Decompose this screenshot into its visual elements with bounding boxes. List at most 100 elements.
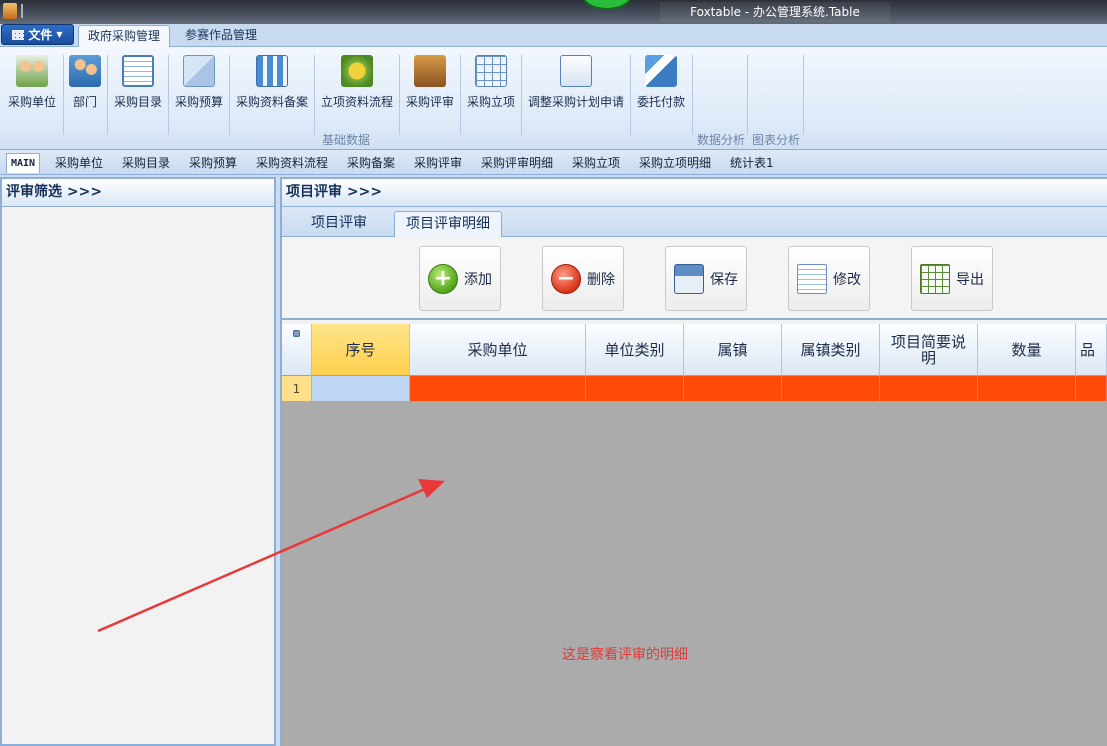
ribbon-button-filing[interactable]: 采购资料备案: [234, 53, 310, 123]
ribbon-button-payment[interactable]: 委托付款: [635, 53, 687, 123]
save-button[interactable]: 保存: [665, 246, 747, 311]
ribbon-separator: [521, 55, 522, 135]
save-icon: [674, 263, 704, 294]
catalog-icon: [122, 55, 154, 87]
table-cell[interactable]: [978, 376, 1076, 401]
save-button-label: 保存: [710, 271, 738, 288]
review-detail-table[interactable]: 序号 采购单位 单位类别 属镇 属镇类别 项目简要说明 数量 品 1 这是察看评…: [282, 324, 1107, 746]
file-menu-button[interactable]: 文件 ▼: [1, 24, 74, 45]
add-button-label: 添加: [464, 271, 492, 288]
group-label-data-analysis: 数据分析: [697, 133, 746, 147]
ribbon-separator: [107, 55, 108, 135]
table-header-row: 序号 采购单位 单位类别 属镇 属镇类别 项目简要说明 数量 品: [282, 324, 1107, 376]
workflow-icon: [341, 55, 373, 87]
tab-procurement[interactable]: 政府采购管理: [78, 25, 170, 48]
quick-access-separator: [21, 4, 23, 18]
ribbon-button-workflow[interactable]: 立项资料流程: [319, 53, 395, 123]
ribbon-button-label: 采购单位: [7, 95, 56, 109]
ribbon-button-label: 立项资料流程: [320, 95, 393, 109]
ribbon-button-label: 采购目录: [113, 95, 162, 109]
ribbon-separator: [168, 55, 169, 135]
column-header[interactable]: 属镇类别: [782, 324, 880, 376]
tab-project-review[interactable]: 项目评审: [300, 211, 378, 237]
ribbon-button-budget[interactable]: 采购预算: [173, 53, 225, 123]
project-review-title: 项目评审 >>>: [282, 179, 1107, 207]
edit-icon: [797, 263, 827, 294]
column-header[interactable]: 项目简要说明: [880, 324, 978, 376]
ribbon-tab-bar: 文件 ▼ 政府采购管理 参赛作品管理: [0, 24, 1107, 48]
table-cell[interactable]: [312, 376, 410, 401]
column-header[interactable]: 序号: [312, 324, 410, 376]
table-cell[interactable]: [782, 376, 880, 401]
plan-adjust-icon: [560, 55, 592, 87]
doc-tab[interactable]: 采购目录: [122, 153, 170, 173]
column-header[interactable]: 数量: [978, 324, 1076, 376]
table-cell[interactable]: [410, 376, 586, 401]
ribbon-group-separator: [803, 55, 804, 135]
ribbon-button-purchasing-unit[interactable]: 采购单位: [6, 53, 58, 123]
ribbon-group-separator: [747, 55, 748, 135]
project-review-panel: 项目评审 >>> 项目评审 项目评审明细 + 添加 − 删除 保存 修改 导出 …: [280, 177, 1107, 746]
row-number[interactable]: 1: [282, 376, 312, 401]
ribbon-group-separator: [692, 55, 693, 135]
budget-icon: [183, 55, 215, 87]
file-grid-icon: [12, 29, 25, 40]
file-menu-label: 文件: [28, 28, 53, 42]
ribbon-button-catalog[interactable]: 采购目录: [112, 53, 164, 123]
review-filter-title: 评审筛选 >>>: [2, 179, 274, 207]
ribbon-button-project[interactable]: 采购立项: [465, 53, 517, 123]
doc-tab[interactable]: 采购评审明细: [481, 153, 553, 173]
delete-button-label: 删除: [587, 271, 615, 288]
table-cell[interactable]: [684, 376, 782, 401]
doc-tab[interactable]: 采购评审: [414, 153, 462, 173]
ribbon-button-label: 部门: [72, 95, 97, 109]
doc-tab[interactable]: 采购立项: [572, 153, 620, 173]
table-row[interactable]: 1: [282, 376, 1107, 401]
table-cell[interactable]: [1076, 376, 1107, 401]
delete-icon: −: [551, 263, 581, 294]
ribbon-button-label: 采购评审: [405, 95, 454, 109]
doc-tab[interactable]: 采购资料流程: [256, 153, 328, 173]
ribbon-button-review[interactable]: 采购评审: [404, 53, 456, 123]
doc-tab[interactable]: 采购预算: [189, 153, 237, 173]
ribbon-button-department[interactable]: 部门: [68, 53, 102, 123]
table-cell[interactable]: [880, 376, 978, 401]
doc-tab[interactable]: 采购备案: [347, 153, 395, 173]
ribbon-button-plan-adjust[interactable]: 调整采购计划申请: [526, 53, 626, 123]
group-label-basic-data: 基础数据: [322, 133, 371, 147]
tab-entries[interactable]: 参赛作品管理: [176, 25, 266, 47]
ribbon-button-label: 采购立项: [466, 95, 515, 109]
annotation-text: 这是察看评审的明细: [562, 647, 688, 663]
group-label-chart-analysis: 图表分析: [752, 133, 801, 147]
ribbon-button-label: 采购资料备案: [235, 95, 308, 109]
column-header[interactable]: 单位类别: [586, 324, 684, 376]
doc-tab[interactable]: 采购单位: [55, 153, 103, 173]
export-button-label: 导出: [956, 271, 984, 288]
filing-icon: [256, 55, 288, 87]
column-header[interactable]: 采购单位: [410, 324, 586, 376]
add-button[interactable]: + 添加: [419, 246, 501, 311]
ribbon-body: 采购单位 部门 采购目录 采购预算 采购资料备案 立项资料流程 采购评审 采购立…: [0, 47, 1107, 150]
purchasing-unit-icon: [16, 55, 48, 87]
export-button[interactable]: 导出: [911, 246, 993, 311]
ribbon-button-label: 调整采购计划申请: [527, 95, 624, 109]
doc-tab[interactable]: 采购立项明细: [639, 153, 711, 173]
app-icon[interactable]: [3, 3, 17, 19]
ribbon-separator: [460, 55, 461, 135]
delete-button[interactable]: − 删除: [542, 246, 624, 311]
export-excel-icon: [920, 263, 950, 294]
ribbon-separator: [399, 55, 400, 135]
edit-button[interactable]: 修改: [788, 246, 870, 311]
doc-tab-main[interactable]: MAIN: [6, 153, 41, 173]
ribbon-separator: [229, 55, 230, 135]
ribbon-separator: [630, 55, 631, 135]
column-header[interactable]: 属镇: [684, 324, 782, 376]
tab-project-review-detail[interactable]: 项目评审明细: [394, 211, 502, 237]
table-cell[interactable]: [586, 376, 684, 401]
doc-tab[interactable]: 统计表1: [730, 153, 774, 173]
review-sub-tab-bar: 项目评审 项目评审明细: [282, 207, 1107, 237]
window-title: Foxtable - 办公管理系统.Table: [660, 2, 890, 22]
review-filter-panel: 评审筛选 >>>: [0, 177, 276, 746]
table-corner-cell[interactable]: [282, 324, 312, 376]
column-header[interactable]: 品: [1076, 324, 1107, 376]
